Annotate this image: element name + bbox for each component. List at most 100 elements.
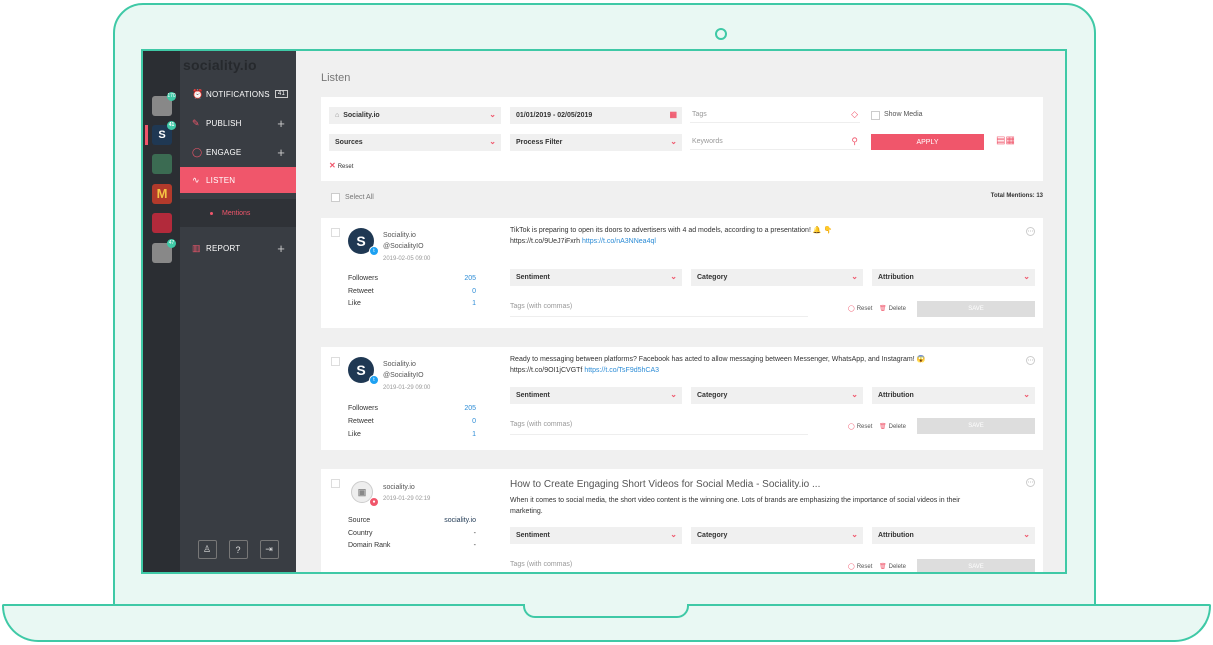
brand-mcdonalds-avatar[interactable]: M xyxy=(152,184,172,204)
keywords-input[interactable]: Keywords ⚲ xyxy=(690,133,860,150)
tags-filter-input[interactable]: Tags ◇ xyxy=(690,106,860,123)
nav-notifications[interactable]: ⏰ NOTIFICATIONS 41 xyxy=(180,81,296,107)
chart-icon: ▥ xyxy=(192,242,201,253)
calendar-icon: ▦ xyxy=(669,110,677,119)
total-mentions: Total Mentions: 13 xyxy=(990,193,1043,199)
attribution-select[interactable]: Attribution ⌄ xyxy=(872,269,1035,286)
expand-plus-icon: + xyxy=(277,144,285,160)
delete-button[interactable]: 🗑 Delete xyxy=(879,305,906,312)
sentiment-select[interactable]: Sentiment ⌄ xyxy=(510,527,682,544)
twitter-icon: t xyxy=(369,246,379,256)
nav-engage[interactable]: ◯ ENGAGE + xyxy=(180,139,296,165)
nav-publish[interactable]: ✎ PUBLISH + xyxy=(180,110,296,136)
chevron-down-icon: ⌄ xyxy=(851,272,858,281)
select-all-checkbox[interactable] xyxy=(331,193,340,202)
more-options-icon[interactable]: ⋯ xyxy=(1026,227,1035,236)
brand-cocacola-avatar[interactable] xyxy=(152,213,172,233)
save-button[interactable]: SAVE xyxy=(917,301,1035,317)
filter-panel: ⌂ Sociality.io ⌄ 01/01/2019 - 02/05/2019 ▦… xyxy=(321,97,1043,181)
attribution-select[interactable]: Attribution ⌄ xyxy=(872,387,1035,404)
nav-listen[interactable]: ∿ LISTEN xyxy=(180,167,296,193)
attribution-select[interactable]: Attribution ⌄ xyxy=(872,527,1035,544)
mention-link[interactable]: https://t.co/TsF9d5hCA3 xyxy=(584,367,659,374)
tags-input[interactable]: Tags (with commas) xyxy=(510,421,808,435)
pulse-icon: ∿ xyxy=(192,174,200,185)
select-all[interactable]: Select All xyxy=(331,193,374,202)
search-icon: ⚲ xyxy=(851,135,858,146)
twitter-icon: t xyxy=(369,375,379,385)
mention-card: S t Sociality.io @SocialityIO 2019-02-05… xyxy=(321,218,1043,328)
author-handle[interactable]: @SocialityIO xyxy=(383,372,424,379)
tags-input[interactable]: Tags (with commas) xyxy=(510,561,808,572)
sentiment-select[interactable]: Sentiment ⌄ xyxy=(510,269,682,286)
author-name[interactable]: sociality.io xyxy=(383,484,415,491)
date-range-picker[interactable]: 01/01/2019 - 02/05/2019 ▦ xyxy=(510,107,682,124)
author-name[interactable]: Sociality.io xyxy=(383,361,416,368)
stat-source: Source sociality.io xyxy=(348,517,476,524)
logout-icon[interactable]: ⇥ xyxy=(259,540,279,559)
mention-text: Ready to messaging between platforms? Fa… xyxy=(510,356,926,374)
apply-button[interactable]: APPLY xyxy=(871,134,984,150)
chevron-down-icon: ⌄ xyxy=(670,390,677,399)
more-options-icon[interactable]: ⋯ xyxy=(1026,356,1035,365)
mention-card: ▣ ● sociality.io 2019-01-29 02:19 Source… xyxy=(321,469,1043,572)
chevron-down-icon: ⌄ xyxy=(489,110,496,119)
delete-button[interactable]: 🗑 Delete xyxy=(879,563,906,570)
chevron-down-icon: ⌄ xyxy=(670,137,677,146)
close-icon: ✕ xyxy=(329,161,336,170)
mention-checkbox[interactable] xyxy=(331,479,340,488)
chevron-down-icon: ⌄ xyxy=(670,530,677,539)
tags-input[interactable]: Tags (with commas) xyxy=(510,303,808,317)
user-icon[interactable]: ♙ xyxy=(197,540,217,559)
expand-plus-icon: + xyxy=(277,240,285,256)
category-select[interactable]: Category ⌄ xyxy=(691,527,863,544)
mention-checkbox[interactable] xyxy=(331,357,340,366)
brand-6-avatar[interactable]: 47 xyxy=(152,239,176,263)
reset-button[interactable]: ◯ Reset xyxy=(848,423,872,430)
save-button[interactable]: SAVE xyxy=(917,559,1035,572)
reset-icon: ◯ xyxy=(848,564,855,570)
sentiment-select[interactable]: Sentiment ⌄ xyxy=(510,387,682,404)
brand-select[interactable]: ⌂ Sociality.io ⌄ xyxy=(329,107,501,124)
sources-select[interactable]: Sources ⌄ xyxy=(329,134,501,151)
main-content: Listen ⌂ Sociality.io ⌄ 01/01/2019 - 02/0… xyxy=(296,51,1065,572)
nav-mentions[interactable]: Mentions xyxy=(180,199,296,227)
chat-icon: ◯ xyxy=(192,146,203,157)
brand-starbucks-avatar[interactable] xyxy=(152,154,172,174)
save-button[interactable]: SAVE xyxy=(917,418,1035,434)
mention-checkbox[interactable] xyxy=(331,228,340,237)
camera-icon xyxy=(715,28,727,40)
expand-plus-icon: + xyxy=(277,115,285,131)
delete-button[interactable]: 🗑 Delete xyxy=(879,423,906,430)
bell-icon: ⏰ xyxy=(192,88,204,99)
author-name[interactable]: Sociality.io xyxy=(383,232,416,239)
mention-link[interactable]: https://t.co/nA3NNea4ql xyxy=(582,238,656,245)
show-media-checkbox[interactable] xyxy=(871,111,880,120)
more-options-icon[interactable]: ⋯ xyxy=(1026,478,1035,487)
category-select[interactable]: Category ⌄ xyxy=(691,269,863,286)
mention-text: TikTok is preparing to open its doors to… xyxy=(510,227,833,245)
reset-filters-link[interactable]: ✕ Reset xyxy=(329,161,353,170)
category-select[interactable]: Category ⌄ xyxy=(691,387,863,404)
mention-text: When it comes to social media, the short… xyxy=(510,497,961,515)
nav-bottom-actions: ♙ ? ⇥ xyxy=(180,540,296,559)
pencil-icon: ✎ xyxy=(192,117,200,128)
export-excel-icon[interactable]: ▤▦ xyxy=(996,135,1015,146)
author-handle[interactable]: @SocialityIO xyxy=(383,243,424,250)
help-icon[interactable]: ? xyxy=(228,540,248,559)
brand-sociality-avatar[interactable]: S 41 xyxy=(152,121,176,145)
stat-country: Country - xyxy=(348,530,476,537)
brand-1-avatar[interactable]: 170 xyxy=(152,92,176,116)
laptop-notch xyxy=(523,604,689,618)
stat-followers: Followers 205 xyxy=(348,275,476,282)
reset-button[interactable]: ◯ Reset xyxy=(848,563,872,570)
chevron-down-icon: ⌄ xyxy=(1023,390,1030,399)
tag-icon: ◇ xyxy=(851,108,858,119)
chevron-down-icon: ⌄ xyxy=(1023,272,1030,281)
mention-date: 2019-01-29 02:19 xyxy=(383,496,431,502)
reset-icon: ◯ xyxy=(848,424,855,430)
process-filter-select[interactable]: Process Filter ⌄ xyxy=(510,134,682,151)
reset-button[interactable]: ◯ Reset xyxy=(848,305,872,312)
mention-headline[interactable]: How to Create Engaging Short Videos for … xyxy=(510,479,820,490)
nav-report[interactable]: ▥ REPORT + xyxy=(180,235,296,261)
